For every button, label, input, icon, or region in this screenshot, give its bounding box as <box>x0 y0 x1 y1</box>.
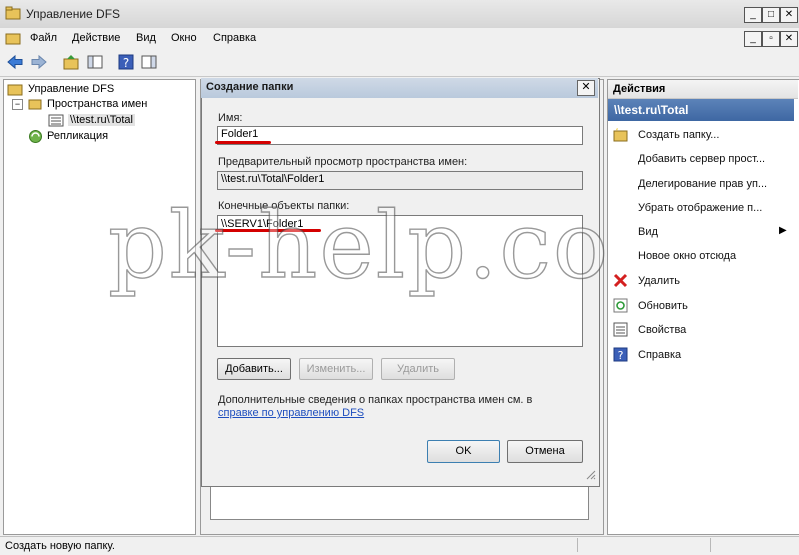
status-separator <box>577 538 578 552</box>
status-separator <box>710 538 711 552</box>
properties-icon <box>613 322 628 337</box>
chevron-right-icon: ▶ <box>779 225 787 236</box>
child-close-button[interactable]: ✕ <box>780 31 798 47</box>
preview-label: Предварительный просмотр пространства им… <box>218 156 468 168</box>
up-folder-icon[interactable] <box>62 53 80 71</box>
help-toolbar-icon[interactable]: ? <box>117 53 135 71</box>
refresh-icon <box>613 298 628 313</box>
actions-pane <box>607 79 799 535</box>
details-list <box>210 484 589 520</box>
dfs-app-icon <box>5 6 21 20</box>
actions-subheader-label: \\test.ru\Total <box>614 103 689 117</box>
dfs-root-icon <box>7 84 23 96</box>
toolbar: ? <box>0 50 799 77</box>
menu-help[interactable]: Справка <box>213 32 256 44</box>
namespaces-icon <box>28 99 42 110</box>
dialog-title-bar: Создание папки <box>201 78 598 98</box>
preview-field: \\test.ru\Total\Folder1 <box>217 171 583 190</box>
name-input[interactable]: Folder1 <box>217 126 583 145</box>
dfs-help-link[interactable]: справке по управлению DFS <box>218 407 364 419</box>
child-minimize-button[interactable]: _ <box>744 31 762 47</box>
namespace-icon <box>48 114 64 127</box>
tree-item-root[interactable]: Управление DFS <box>28 83 114 95</box>
actions-subheader[interactable]: \\test.ru\Total <box>608 99 794 121</box>
ok-button[interactable]: OK <box>427 440 500 463</box>
help-icon: ? <box>613 347 628 362</box>
tree-item-namespace-total[interactable]: \\test.ru\Total <box>68 114 135 126</box>
show-hide-tree-icon[interactable] <box>86 53 104 71</box>
red-underline <box>215 141 271 144</box>
actions-header-label: Действия <box>613 83 666 95</box>
action-pane-icon[interactable] <box>140 53 158 71</box>
dialog-close-button[interactable]: ✕ <box>577 80 595 96</box>
menu-view[interactable]: Вид <box>136 32 156 44</box>
menu-action[interactable]: Действие <box>72 32 120 44</box>
edit-target-button[interactable]: Изменить... <box>299 358 373 380</box>
close-button[interactable]: ✕ <box>780 7 798 23</box>
mmc-icon <box>5 33 21 45</box>
forward-arrow-icon[interactable] <box>30 53 48 71</box>
info-text: Дополнительные сведения о папках простра… <box>218 394 533 406</box>
back-arrow-icon[interactable] <box>6 53 24 71</box>
cancel-button[interactable]: Отмена <box>507 440 583 463</box>
dialog-title: Создание папки <box>206 81 294 93</box>
action-refresh[interactable]: Обновить <box>638 300 688 312</box>
menu-file[interactable]: Файл <box>30 32 57 44</box>
action-new-window[interactable]: Новое окно отсюда <box>638 250 736 262</box>
add-target-button[interactable]: Добавить... <box>217 358 291 380</box>
menu-window[interactable]: Окно <box>171 32 197 44</box>
action-create-folder[interactable]: Создать папку... <box>638 129 719 141</box>
action-delete[interactable]: Удалить <box>638 275 680 287</box>
status-bar: Создать новую папку. <box>0 536 799 555</box>
status-text: Создать новую папку. <box>5 540 115 552</box>
targets-list[interactable]: \\SERV1\Folder1 <box>217 215 583 347</box>
red-underline-target <box>215 229 321 232</box>
action-help[interactable]: Справка <box>638 349 681 361</box>
tree-item-namespaces[interactable]: Пространства имен <box>47 98 147 110</box>
action-remove-display[interactable]: Убрать отображение п... <box>638 202 762 214</box>
console-tree: Управление DFS − Пространства имен \\tes… <box>3 79 196 535</box>
maximize-button[interactable]: □ <box>762 7 780 23</box>
tree-item-replication[interactable]: Репликация <box>47 130 108 142</box>
replication-icon <box>29 130 42 143</box>
collapse-toggle[interactable]: − <box>12 99 23 110</box>
new-folder-icon <box>613 128 628 142</box>
svg-text:?: ? <box>618 349 624 362</box>
delete-icon <box>613 273 628 288</box>
targets-label: Конечные объекты папки: <box>218 200 350 212</box>
child-restore-button[interactable]: ▫ <box>762 31 780 47</box>
minimize-button[interactable]: _ <box>744 7 762 23</box>
action-properties[interactable]: Свойства <box>638 324 686 336</box>
action-delegate-permissions[interactable]: Делегирование прав уп... <box>638 178 767 190</box>
menu-bar: Файл Действие Вид Окно Справка _ ▫ ✕ <box>0 28 799 49</box>
action-view[interactable]: Вид <box>638 226 658 238</box>
action-add-namespace-server[interactable]: Добавить сервер прост... <box>638 153 765 165</box>
title-bar: Управление DFS _ □ ✕ <box>0 0 799 29</box>
window-title: Управление DFS <box>26 7 121 21</box>
resize-grip-icon[interactable] <box>584 468 596 480</box>
svg-text:?: ? <box>123 56 129 70</box>
actions-header: Действия <box>608 80 798 99</box>
name-label: Имя: <box>218 112 243 124</box>
remove-target-button[interactable]: Удалить <box>381 358 455 380</box>
